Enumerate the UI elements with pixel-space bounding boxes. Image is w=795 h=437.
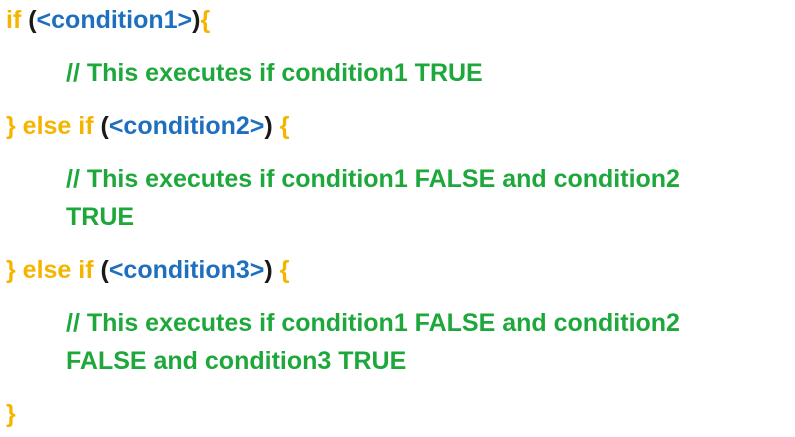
comment-text: // This executes if condition1 FALSE and… — [66, 165, 680, 193]
condition3: <condition3> — [108, 256, 265, 284]
close-brace: } — [6, 112, 16, 140]
else-if-line-2: } else if (<condition2>) { — [6, 108, 289, 146]
else-if-keyword: else if — [15, 256, 101, 284]
if-line: if (<condition1>){ — [6, 2, 210, 40]
open-brace: { — [272, 256, 290, 284]
comment-text: // This executes if condition1 TRUE — [66, 59, 483, 87]
else-if-keyword: else if — [15, 112, 101, 140]
open-brace: { — [200, 6, 211, 34]
open-brace: { — [272, 112, 290, 140]
open-paren: ( — [100, 256, 109, 284]
open-paren: ( — [28, 6, 37, 34]
condition1: <condition1> — [36, 6, 193, 34]
comment-line-3a: // This executes if condition1 FALSE and… — [66, 305, 680, 343]
if-keyword: if — [6, 6, 29, 34]
comment-line-3b: FALSE and condition3 TRUE — [66, 343, 406, 381]
close-brace: } — [6, 256, 16, 284]
comment-line-2b: TRUE — [66, 199, 134, 237]
close-brace: } — [6, 400, 16, 428]
condition2: <condition2> — [108, 112, 265, 140]
open-paren: ( — [100, 112, 109, 140]
comment-line-1: // This executes if condition1 TRUE — [66, 55, 483, 93]
close-paren: ) — [264, 256, 273, 284]
else-if-line-3: } else if (<condition3>) { — [6, 252, 289, 290]
comment-text: // This executes if condition1 FALSE and… — [66, 309, 680, 337]
comment-text: TRUE — [66, 203, 135, 231]
closing-brace-line: } — [6, 396, 16, 434]
comment-text: FALSE and condition3 TRUE — [66, 347, 407, 375]
comment-line-2a: // This executes if condition1 FALSE and… — [66, 161, 680, 199]
close-paren: ) — [264, 112, 273, 140]
